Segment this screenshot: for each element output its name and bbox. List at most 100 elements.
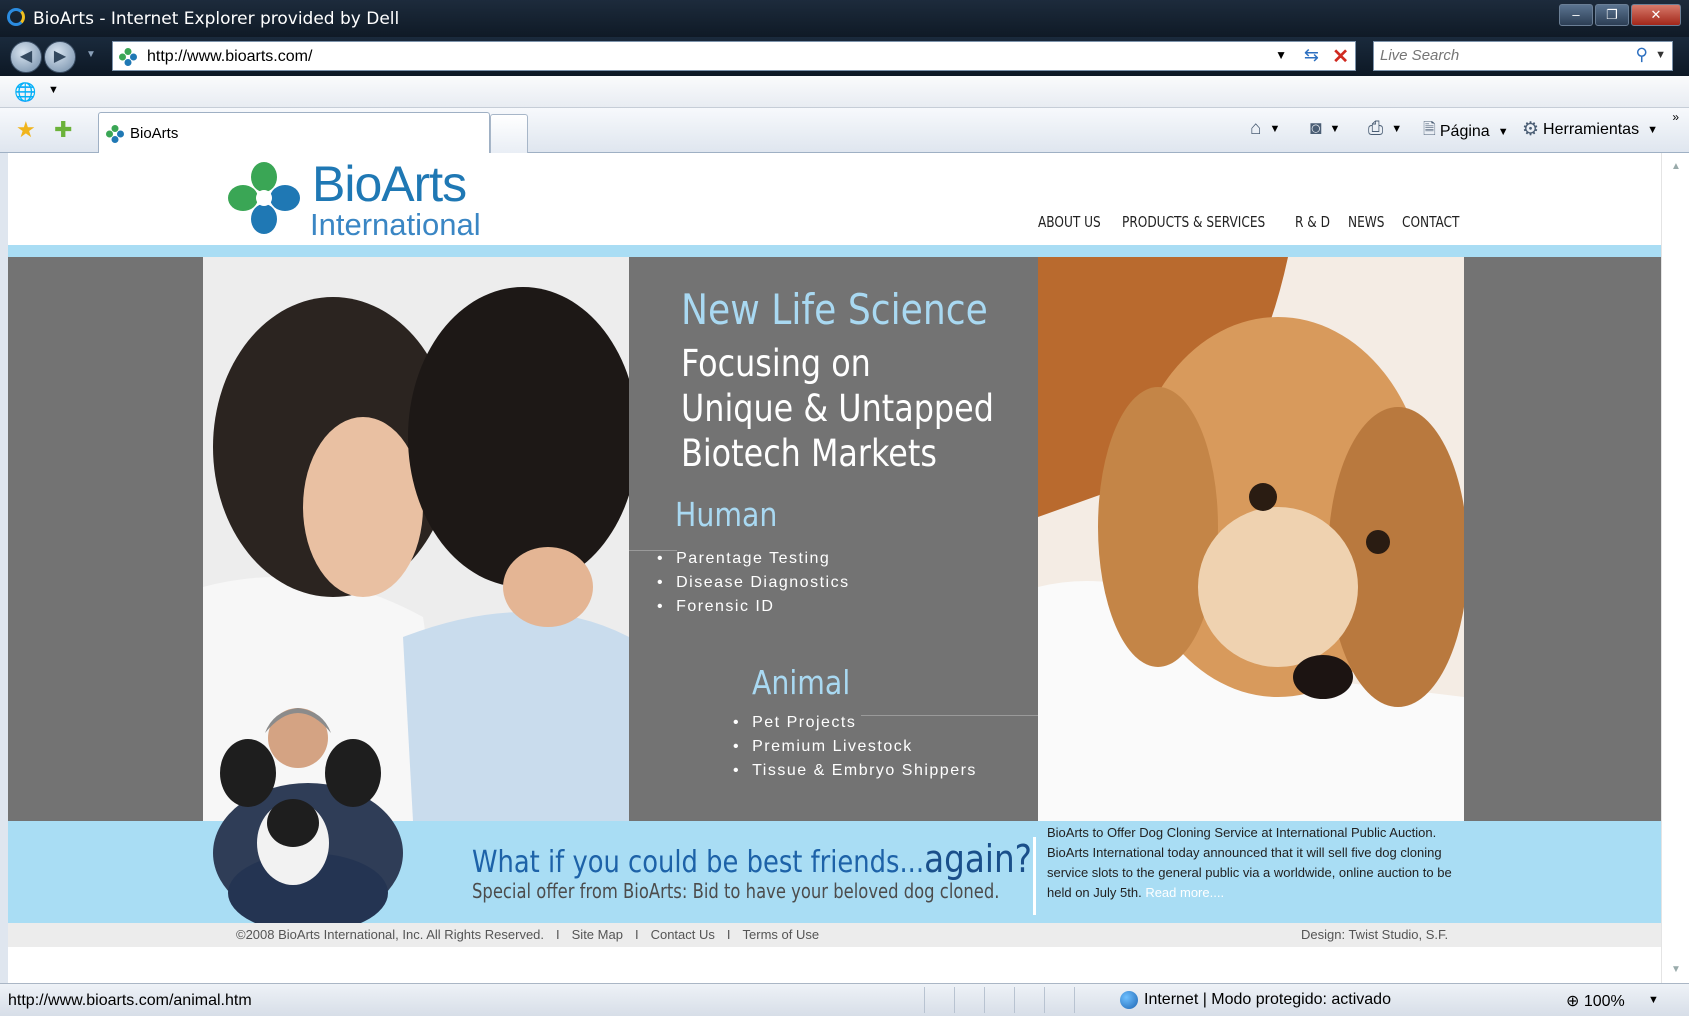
promo-headline-emphasis: again? (924, 837, 1033, 881)
vertical-scrollbar[interactable]: ▲ ▼ (1661, 153, 1689, 983)
security-zone[interactable]: Internet | Modo protegido: activado (1120, 991, 1391, 1009)
tab-favicon-icon (106, 125, 124, 143)
human-services-list: Parentage Testing Disease Diagnostics Fo… (657, 547, 850, 619)
page-icon: 🗎 (1423, 121, 1436, 138)
footer-terms-link[interactable]: Terms of Use (743, 927, 820, 942)
nav-products-services[interactable]: PRODUCTS & SERVICES (1122, 213, 1265, 231)
animal-heading[interactable]: Animal (752, 663, 850, 702)
man-with-dogs-photo[interactable] (203, 693, 413, 923)
logo-wordmark[interactable]: BioArts (312, 155, 467, 213)
hero-subtitle: Focusing on Unique & Untapped Biotech Ma… (681, 341, 994, 476)
address-bar[interactable]: http://www.bioarts.com/ ▼ ⇆ ✕ (112, 41, 1356, 71)
nav-r-and-d[interactable]: R & D (1295, 213, 1330, 231)
search-input[interactable] (1380, 47, 1620, 64)
read-more-link[interactable]: Read more.... (1145, 885, 1224, 900)
list-item[interactable]: Forensic ID (657, 595, 850, 619)
list-item[interactable]: Parentage Testing (657, 547, 850, 571)
copyright-text: ©2008 BioArts International, Inc. All Ri… (236, 927, 545, 942)
zoom-dropdown[interactable]: ▼ (1648, 994, 1659, 1006)
recent-pages-dropdown[interactable]: ▼ (86, 49, 96, 60)
forward-button[interactable]: ▶ (44, 41, 76, 73)
zoom-value: 100% (1583, 993, 1625, 1010)
logo-subtitle: International (310, 207, 481, 242)
page-menu-label: Página (1439, 122, 1490, 140)
status-panel (924, 987, 954, 1013)
footer-site-map-link[interactable]: Site Map (572, 927, 623, 942)
animal-services-list: Pet Projects Premium Livestock Tissue & … (733, 711, 977, 783)
command-bar: ★ ✚ BioArts ⌂ ▼ ◙ ▼ ⎙ ▼ 🗎 Página ▼ ⚙ Her… (0, 108, 1689, 153)
hero-title: New Life Science (681, 285, 988, 334)
internet-explorer-icon (7, 8, 25, 26)
status-panels (924, 987, 1104, 1013)
news-body-text: BioArts International today announced th… (1047, 845, 1452, 900)
puppy-photo[interactable] (1038, 257, 1464, 821)
site-favicon-icon (119, 48, 137, 66)
search-options-dropdown[interactable]: ▼ (1655, 49, 1666, 61)
list-item[interactable]: Pet Projects (733, 711, 977, 735)
promo-subline[interactable]: Special offer from BioArts: Bid to have … (472, 879, 1000, 903)
live-search-box[interactable]: ⚲ ▼ (1373, 41, 1673, 71)
tab-label[interactable]: BioArts (130, 125, 178, 142)
zoom-level[interactable]: ⊕ 100% (1566, 991, 1625, 1011)
list-item[interactable]: Disease Diagnostics (657, 571, 850, 595)
search-icon[interactable]: ⚲ (1636, 45, 1648, 65)
tools-menu[interactable]: ⚙ Herramientas ▼ (1522, 118, 1658, 141)
gear-icon: ⚙ (1522, 119, 1540, 140)
promo-headline[interactable]: What if you could be best friends...agai… (472, 837, 1032, 881)
home-button[interactable]: ⌂ ▼ (1250, 118, 1280, 140)
back-button[interactable]: ◀ (10, 41, 42, 73)
print-button[interactable]: ⎙ ▼ (1368, 118, 1402, 140)
address-dropdown[interactable]: ▼ (1275, 48, 1287, 62)
status-panel (984, 987, 1014, 1013)
magnifier-icon: ⊕ (1566, 993, 1580, 1010)
address-url[interactable]: http://www.bioarts.com/ (147, 48, 312, 66)
puppy-illustration (1038, 257, 1464, 821)
scroll-down-arrow-icon[interactable]: ▼ (1671, 964, 1681, 975)
scroll-up-arrow-icon[interactable]: ▲ (1671, 161, 1681, 172)
nav-news[interactable]: NEWS (1348, 213, 1384, 231)
human-heading[interactable]: Human (675, 495, 777, 534)
feeds-icon: ◙ (1310, 118, 1322, 139)
footer-contact-link[interactable]: Contact Us (651, 927, 715, 942)
close-window-button[interactable]: ✕ (1631, 4, 1681, 26)
hero-subtitle-line: Focusing on (681, 342, 871, 385)
tab-bioarts[interactable]: BioArts (98, 112, 490, 153)
footer-links: ©2008 BioArts International, Inc. All Ri… (236, 927, 819, 942)
favorites-star-icon[interactable]: ★ (16, 117, 36, 143)
feeds-dropdown[interactable]: ▼ (1329, 123, 1340, 135)
feeds-button[interactable]: ◙ ▼ (1310, 118, 1340, 140)
news-headline[interactable]: BioArts to Offer Dog Cloning Service at … (1047, 823, 1467, 843)
hero-text-panel: New Life Science Focusing on Unique & Un… (629, 257, 1038, 821)
news-body: BioArts International today announced th… (1047, 843, 1467, 903)
tools-menu-label: Herramientas (1543, 120, 1640, 138)
page-menu[interactable]: 🗎 Página ▼ (1423, 118, 1509, 145)
tools-dropdown: ▼ (1647, 123, 1658, 136)
stop-icon[interactable]: ✕ (1332, 44, 1349, 69)
nav-about-us[interactable]: ABOUT US (1038, 213, 1101, 231)
print-icon: ⎙ (1368, 118, 1384, 139)
toolbar-dropdown[interactable]: ▼ (48, 84, 59, 96)
minimize-button[interactable]: – (1559, 4, 1593, 26)
list-item[interactable]: Premium Livestock (733, 735, 977, 759)
footer-separator: I (556, 927, 560, 942)
new-tab-button[interactable] (490, 114, 528, 153)
home-dropdown[interactable]: ▼ (1269, 123, 1280, 135)
hero-subtitle-line: Biotech Markets (681, 432, 937, 475)
bioarts-logo-icon[interactable] (226, 160, 302, 236)
header-accent-band (8, 245, 1661, 257)
status-url: http://www.bioarts.com/animal.htm (8, 992, 252, 1009)
status-panel (1014, 987, 1044, 1013)
design-credit[interactable]: Design: Twist Studio, S.F. (1301, 927, 1448, 942)
status-panel (1044, 987, 1074, 1013)
window-title: BioArts - Internet Explorer provided by … (33, 9, 400, 29)
nav-contact[interactable]: CONTACT (1402, 213, 1459, 231)
print-dropdown[interactable]: ▼ (1391, 123, 1402, 135)
refresh-icon[interactable]: ⇆ (1304, 45, 1319, 66)
list-item[interactable]: Tissue & Embryo Shippers (733, 759, 977, 783)
more-commands-chevron-icon[interactable]: » (1672, 110, 1679, 124)
translate-icon[interactable]: 🌐 (14, 82, 36, 103)
main-navigation: ABOUT US PRODUCTS & SERVICES R & D NEWS … (1038, 213, 1466, 231)
restore-button[interactable]: ❐ (1595, 4, 1629, 26)
add-favorites-icon[interactable]: ✚ (54, 117, 72, 143)
title-bar: BioArts - Internet Explorer provided by … (0, 0, 1689, 37)
